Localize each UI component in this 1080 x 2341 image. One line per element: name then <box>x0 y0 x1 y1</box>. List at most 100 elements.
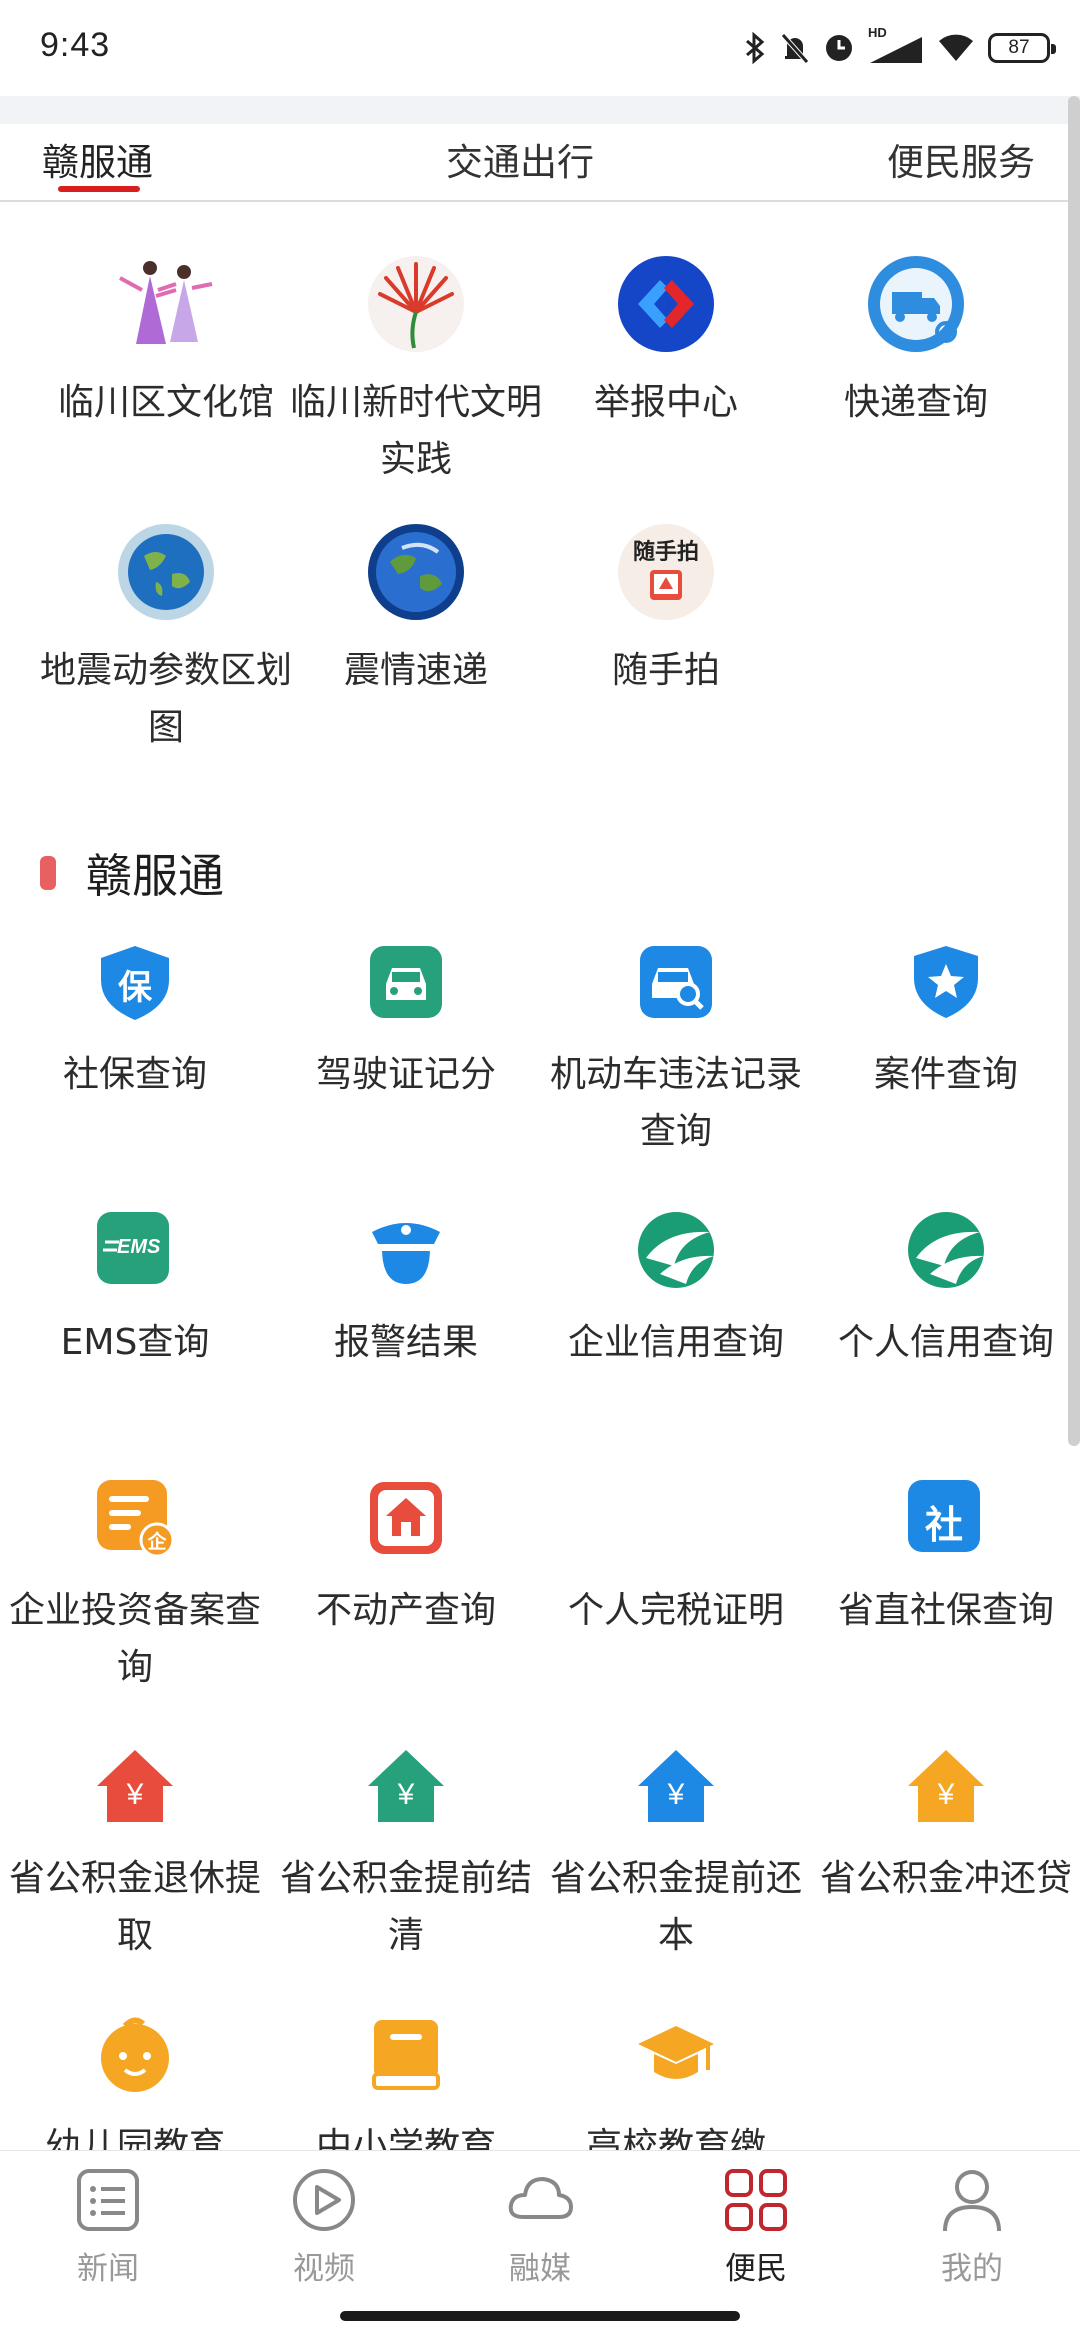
nav-video[interactable]: 视频 <box>254 2165 394 2288</box>
grid-icon <box>721 2165 791 2235</box>
service-label: 案件查询 <box>873 1054 1018 1095</box>
category-tabs: 赣服通 交通出行 便民服务 <box>0 124 1068 202</box>
graduation-cap-icon <box>636 2014 716 2094</box>
item-civilization-practice[interactable]: 临川新时代文明实践 <box>286 254 546 488</box>
snapshot-icon-text: 随手拍 <box>632 540 699 565</box>
service-label: 省公积金提前结清 <box>279 1858 532 1956</box>
service-label: 省公积金提前还本 <box>549 1858 802 1956</box>
fund-house-icon: ¥ <box>95 1746 175 1826</box>
service-label: 社保查询 <box>62 1054 207 1095</box>
ems-icon: EMS <box>95 1210 175 1290</box>
item-culture-center[interactable]: 临川区文化馆 <box>36 254 296 431</box>
status-time: 9:43 <box>40 26 111 64</box>
service-fund-offset[interactable]: ¥ 省公积金冲还贷 <box>816 1746 1076 1907</box>
nav-label: 融媒 <box>509 2251 571 2287</box>
service-enterprise-credit[interactable]: 企业信用查询 <box>546 1210 806 1371</box>
service-tax-certificate[interactable]: 个人完税证明 <box>546 1478 806 1639</box>
credit-icon <box>906 1210 986 1290</box>
baby-icon <box>95 2014 175 2094</box>
credit-icon <box>636 1210 716 1290</box>
service-fund-retirement[interactable]: ¥ 省公积金退休提取 <box>5 1746 265 1964</box>
nav-label: 新闻 <box>77 2251 139 2287</box>
fund-house-icon: ¥ <box>636 1746 716 1826</box>
fund-glyph: ¥ <box>397 1778 415 1811</box>
item-snapshot[interactable]: 随手拍 随手拍 <box>536 522 796 699</box>
item-label: 临川区文化馆 <box>57 382 274 423</box>
service-social-security[interactable]: 保 社保查询 <box>5 942 265 1103</box>
wifi-icon <box>939 34 973 61</box>
she-glyph: 社 <box>924 1503 963 1547</box>
service-label: EMS查询 <box>60 1322 210 1363</box>
play-icon <box>289 2165 359 2235</box>
fund-house-icon: ¥ <box>906 1746 986 1826</box>
tab-convenience[interactable]: 便民服务 <box>887 132 1035 186</box>
status-icons: HD 87 <box>744 25 1056 70</box>
service-provincial-social-security[interactable]: 社 省直社保查询 <box>816 1478 1076 1639</box>
tab-active-indicator <box>58 186 140 192</box>
red-fan-logo-icon <box>366 254 466 354</box>
tab-ganfutong[interactable]: 赣服通 <box>42 132 153 186</box>
service-label: 企业信用查询 <box>567 1322 784 1363</box>
service-label: 个人信用查询 <box>837 1322 1054 1363</box>
police-icon <box>366 1210 446 1290</box>
service-label: 驾驶证记分 <box>315 1054 496 1095</box>
service-personal-credit[interactable]: 个人信用查询 <box>816 1210 1076 1371</box>
item-earthquake-news[interactable]: 震情速递 <box>286 522 546 699</box>
snapshot-icon: 随手拍 <box>616 522 716 622</box>
battery-level: 87 <box>1008 37 1030 58</box>
nav-label: 我的 <box>941 2251 1003 2287</box>
header-band <box>0 96 1080 124</box>
star-shield-icon <box>906 942 986 1022</box>
cloud-icon <box>505 2165 575 2235</box>
fund-glyph: ¥ <box>667 1778 685 1811</box>
delivery-truck-icon <box>866 254 966 354</box>
service-enterprise-investment[interactable]: 企 企业投资备案查询 <box>5 1478 265 1696</box>
item-label: 快递查询 <box>843 382 988 423</box>
enterprise-doc-icon: 企 <box>95 1478 175 1558</box>
signal-icon: HD <box>868 25 924 65</box>
item-seismic-map[interactable]: 地震动参数区划图 <box>36 522 296 756</box>
book-icon <box>366 2014 446 2094</box>
battery-icon: 87 <box>988 33 1056 63</box>
shield-glyph: 保 <box>118 968 152 1008</box>
news-icon <box>73 2165 143 2235</box>
nav-news[interactable]: 新闻 <box>38 2165 178 2288</box>
tab-transport[interactable]: 交通出行 <box>446 132 594 186</box>
fund-glyph: ¥ <box>126 1778 144 1811</box>
item-express-query[interactable]: 快递查询 <box>786 254 1046 431</box>
nav-media[interactable]: 融媒 <box>470 2165 610 2288</box>
nav-label: 便民 <box>725 2251 787 2287</box>
status-bar: 9:43 HD 87 <box>0 0 1080 96</box>
service-case-query[interactable]: 案件查询 <box>816 942 1076 1103</box>
nav-mine[interactable]: 我的 <box>902 2165 1042 2288</box>
bluetooth-icon <box>746 32 765 64</box>
service-fund-settle[interactable]: ¥ 省公积金提前结清 <box>276 1746 536 1964</box>
enterprise-glyph: 企 <box>147 1531 167 1553</box>
service-ems[interactable]: EMS EMS查询 <box>5 1210 265 1371</box>
section-header: 赣服通 <box>40 838 224 908</box>
item-label: 随手拍 <box>611 650 720 691</box>
service-driving-points[interactable]: 驾驶证记分 <box>276 942 536 1103</box>
service-label: 不动产查询 <box>315 1590 496 1631</box>
home-indicator[interactable] <box>340 2311 740 2321</box>
car-icon <box>366 942 446 1022</box>
user-icon <box>937 2165 1007 2235</box>
service-fund-prepay[interactable]: ¥ 省公积金提前还本 <box>546 1746 806 1964</box>
service-real-estate[interactable]: 不动产查询 <box>276 1478 536 1639</box>
fund-glyph: ¥ <box>937 1778 955 1811</box>
service-police-result[interactable]: 报警结果 <box>276 1210 536 1371</box>
nav-label: 视频 <box>293 2251 355 2287</box>
service-label: 省公积金冲还贷 <box>819 1858 1072 1899</box>
report-center-icon <box>616 254 716 354</box>
item-report-center[interactable]: 举报中心 <box>536 254 796 431</box>
section-title: 赣服通 <box>86 849 224 903</box>
nav-convenience[interactable]: 便民 <box>686 2165 826 2288</box>
item-label: 地震动参数区划图 <box>39 650 292 748</box>
globe-icon <box>116 522 216 622</box>
ems-glyph: EMS <box>117 1236 161 1258</box>
earth-icon <box>366 522 466 622</box>
service-label: 机动车违法记录查询 <box>549 1054 802 1152</box>
item-label: 震情速递 <box>343 650 488 691</box>
opera-dancers-icon <box>116 254 216 354</box>
service-vehicle-violation[interactable]: 机动车违法记录查询 <box>546 942 806 1160</box>
